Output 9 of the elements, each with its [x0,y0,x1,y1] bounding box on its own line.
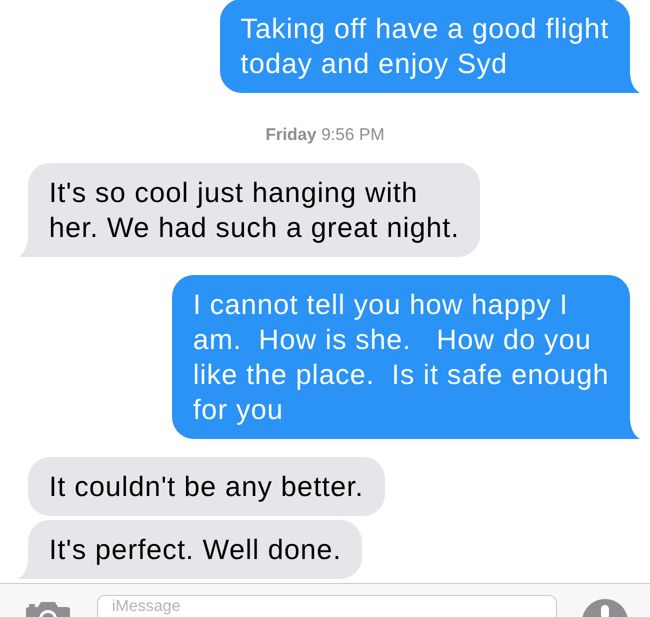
message-text: Taking off have a good flight today and enjoy Syd [240,12,609,81]
message-text: I cannot tell you how happy I am. How is she. How do you like the place. Is it safe enough for you [192,288,609,427]
message-field[interactable]: iMessage [97,595,557,617]
message-text: It couldn't be any better. [49,470,364,504]
timestamp: Friday 9:56 PM [265,125,385,145]
camera-icon[interactable] [26,602,70,617]
message-text: It's perfect. Well done. [49,533,342,567]
message-text: It's so cool just hanging with her. We had such a great night. [49,176,460,245]
microphone-icon[interactable] [582,599,628,617]
